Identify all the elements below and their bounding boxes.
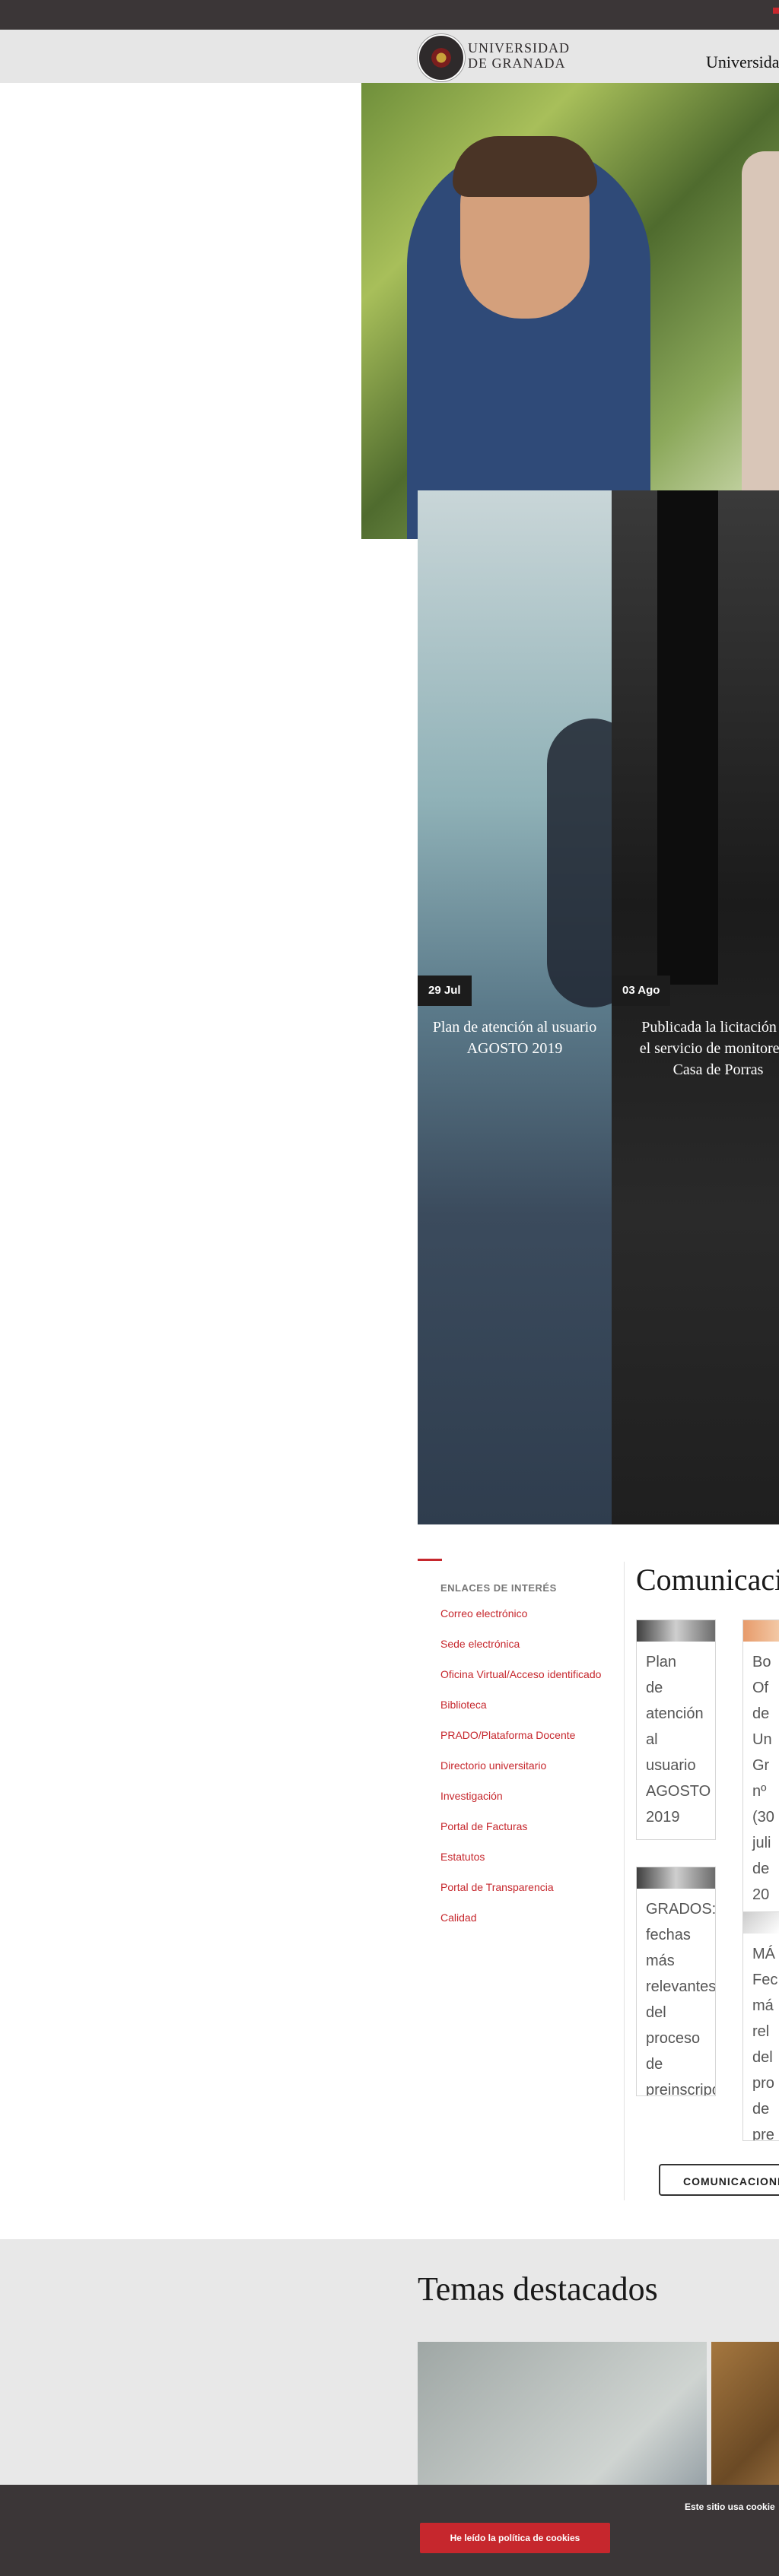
comunicaciones-button[interactable]: COMUNICACIONE bbox=[659, 2164, 779, 2196]
university-wordmark[interactable]: UNIVERSIDAD DE GRANADA bbox=[468, 40, 570, 71]
wordmark-line2: DE GRANADA bbox=[468, 56, 566, 71]
link-biblioteca[interactable]: Biblioteca bbox=[440, 1698, 601, 1728]
comunicacion-thumbnail bbox=[637, 1620, 715, 1642]
column-divider bbox=[624, 1562, 625, 2200]
text-line: AGOSTO bbox=[646, 1783, 711, 1800]
cookie-text: Este sitio usa cookie bbox=[685, 2501, 775, 2512]
wordmark-line1: UNIVERSIDAD bbox=[468, 40, 570, 56]
news-title[interactable]: Plan de atención al usuario AGOSTO 2019 bbox=[425, 1017, 604, 1059]
hero-second-person bbox=[742, 151, 779, 539]
link-investigacion[interactable]: Investigación bbox=[440, 1789, 601, 1819]
link-prado[interactable]: PRADO/Plataforma Docente bbox=[440, 1728, 601, 1759]
link-oficina-virtual[interactable]: Oficina Virtual/Acceso identificado bbox=[440, 1667, 601, 1698]
news-card-image bbox=[547, 719, 612, 1007]
link-directorio[interactable]: Directorio universitario bbox=[440, 1759, 601, 1789]
text-line: de bbox=[752, 1705, 770, 1722]
text-line: juli bbox=[752, 1835, 771, 1851]
news-title-line: Casa de Porras bbox=[672, 1061, 764, 1078]
news-date-badge: 29 Jul bbox=[418, 976, 472, 1006]
text-line: má bbox=[752, 1997, 774, 2014]
news-card[interactable]: 03 Ago Publicada la licitación pa el ser… bbox=[612, 490, 779, 1524]
news-title-line: el servicio de monitores d bbox=[639, 1040, 779, 1057]
link-estatutos[interactable]: Estatutos bbox=[440, 1850, 601, 1880]
text-line: 2019 bbox=[646, 1809, 680, 1826]
text-line: MÁ bbox=[752, 1946, 775, 1962]
text-line: de bbox=[646, 2056, 663, 2073]
text-line: del bbox=[752, 2049, 773, 2066]
link-calidad[interactable]: Calidad bbox=[440, 1911, 601, 1941]
comunicacion-text: MÁ Fec má rel del pro de pre bbox=[743, 1934, 779, 2141]
comunicacion-card[interactable]: Bo Of de Un Gr nº (30 juli de 20 bbox=[742, 1620, 779, 1934]
top-bar bbox=[0, 0, 779, 30]
text-line: de bbox=[752, 2101, 770, 2118]
text-line: Gr bbox=[752, 1757, 770, 1774]
text-line: Fec bbox=[752, 1972, 778, 1988]
text-line: (30 bbox=[752, 1809, 774, 1826]
text-line: 20 bbox=[752, 1886, 770, 1903]
link-sede[interactable]: Sede electrónica bbox=[440, 1637, 601, 1667]
text-line: Bo bbox=[752, 1654, 771, 1670]
link-correo[interactable]: Correo electrónico bbox=[440, 1607, 601, 1637]
comunicacion-thumbnail bbox=[743, 1912, 779, 1934]
university-seal-logo[interactable] bbox=[418, 34, 465, 81]
text-line: Of bbox=[752, 1680, 769, 1696]
news-title-line: Publicada la licitación pa bbox=[641, 1019, 779, 1036]
cookie-banner bbox=[0, 2485, 779, 2576]
text-line: rel bbox=[752, 2023, 770, 2040]
comunicacion-thumbnail bbox=[743, 1620, 779, 1642]
links-list: Correo electrónico Sede electrónica Ofic… bbox=[440, 1607, 601, 1941]
comunicacion-card[interactable]: Plan de atención al usuario AGOSTO 2019 bbox=[636, 1620, 716, 1840]
hero-hair bbox=[453, 136, 597, 197]
comunicacion-text: Plan de atención al usuario AGOSTO 2019 bbox=[637, 1642, 715, 1838]
links-heading: ENLACES DE INTERÉS bbox=[440, 1582, 557, 1594]
text-line: relevantes bbox=[646, 1978, 716, 1995]
text-line: GRADOS: bbox=[646, 1901, 716, 1918]
cookie-accept-button[interactable]: He leído la política de cookies bbox=[420, 2523, 610, 2553]
news-card-image bbox=[657, 490, 718, 985]
news-title[interactable]: Publicada la licitación pa el servicio d… bbox=[619, 1017, 779, 1080]
text-line: preinscripción bbox=[646, 2082, 715, 2096]
text-line: fechas bbox=[646, 1927, 691, 1943]
comunicaciones-title: Comunicacion bbox=[636, 1562, 779, 1597]
text-line: de bbox=[752, 1861, 770, 1877]
temas-title: Temas destacados bbox=[418, 2270, 658, 2308]
nav-item-universidad[interactable]: Universidad bbox=[706, 52, 779, 72]
news-card[interactable]: 29 Jul Plan de atención al usuario AGOST… bbox=[418, 490, 612, 1524]
hero-image bbox=[361, 83, 779, 539]
news-date-badge: 03 Ago bbox=[612, 976, 671, 1006]
text-line: nº bbox=[752, 1783, 767, 1800]
text-line: Un bbox=[752, 1731, 772, 1748]
text-line: atención bbox=[646, 1705, 704, 1722]
language-flag-icon[interactable] bbox=[773, 8, 779, 14]
site-header: UNIVERSIDAD DE GRANADA Universidad bbox=[0, 30, 779, 83]
comunicacion-card[interactable]: MÁ Fec má rel del pro de pre bbox=[742, 1911, 779, 2141]
text-line: al bbox=[646, 1731, 658, 1748]
text-line: pre bbox=[752, 2127, 774, 2141]
text-line: más bbox=[646, 1953, 675, 1969]
section-accent-line bbox=[418, 1559, 442, 1561]
comunicacion-card[interactable]: GRADOS: fechas más relevantes del proces… bbox=[636, 1867, 716, 2096]
text-line: de bbox=[646, 1680, 663, 1696]
comunicacion-text: GRADOS: fechas más relevantes del proces… bbox=[637, 1889, 716, 2096]
link-transparencia[interactable]: Portal de Transparencia bbox=[440, 1880, 601, 1911]
text-line: pro bbox=[752, 2075, 774, 2092]
text-line: proceso bbox=[646, 2030, 701, 2047]
text-line: usuario bbox=[646, 1757, 696, 1774]
comunicacion-text: Bo Of de Un Gr nº (30 juli de 20 bbox=[743, 1642, 779, 1915]
text-line: Plan bbox=[646, 1654, 677, 1670]
link-facturas[interactable]: Portal de Facturas bbox=[440, 1819, 601, 1850]
comunicacion-thumbnail bbox=[637, 1867, 715, 1889]
text-line: del bbox=[646, 2004, 666, 2021]
